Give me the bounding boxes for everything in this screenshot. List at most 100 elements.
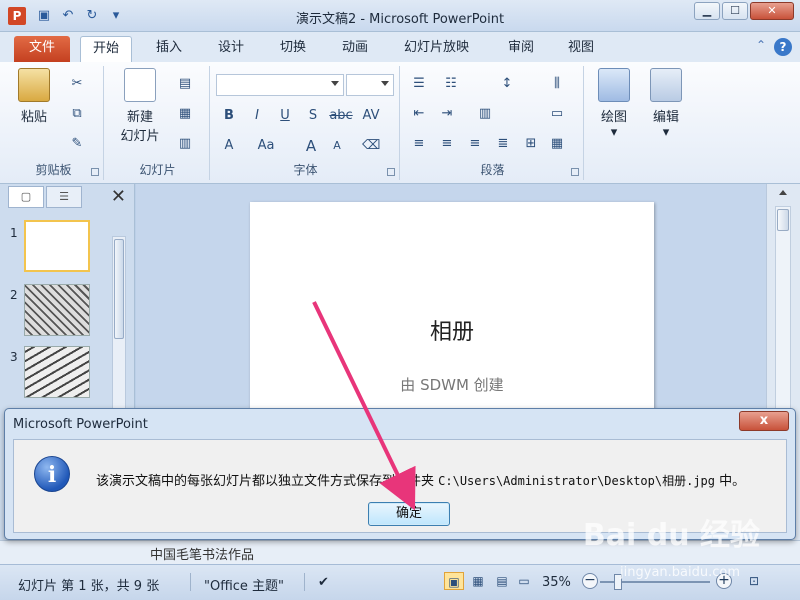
- maximize-button[interactable]: ☐: [722, 2, 748, 20]
- grow-font-icon[interactable]: A: [302, 138, 320, 154]
- shrink-font-icon[interactable]: A: [328, 138, 346, 154]
- copy-icon[interactable]: ⧉: [68, 106, 86, 122]
- font-color-icon[interactable]: A: [220, 138, 238, 154]
- zoom-level[interactable]: 35%: [542, 575, 571, 590]
- slide-number: 2: [10, 288, 18, 302]
- minimize-button[interactable]: ▁: [694, 2, 720, 20]
- char-spacing-icon[interactable]: AV: [358, 108, 384, 124]
- paste-button[interactable]: 粘贴: [12, 68, 56, 125]
- change-case-icon[interactable]: Aa: [254, 138, 278, 154]
- group-slides: 新建 幻灯片 ▤ ▦ ▥ 幻灯片: [106, 66, 210, 180]
- editing-button[interactable]: 编辑 ▾: [644, 68, 688, 140]
- layout-icon[interactable]: ▤: [176, 76, 194, 92]
- bold-icon[interactable]: B: [220, 108, 238, 124]
- align-text-icon[interactable]: ▭: [548, 106, 566, 122]
- columns-icon[interactable]: ▥: [476, 106, 494, 122]
- new-slide-button[interactable]: 新建 幻灯片: [112, 68, 168, 144]
- slide-thumbnail-2[interactable]: [24, 284, 90, 336]
- slide-thumbnail-1[interactable]: [24, 220, 90, 272]
- drawing-button[interactable]: 绘图 ▾: [594, 68, 634, 140]
- dialog-message: 该演示文稿中的每张幻灯片都以独立文件方式保存到文件夹 C:\Users\Admi…: [96, 474, 746, 489]
- shapes-icon: [598, 68, 630, 102]
- slide-number: 1: [10, 226, 18, 240]
- numbering-icon[interactable]: ☷: [442, 76, 460, 92]
- minimize-ribbon-icon[interactable]: ⌃: [756, 38, 766, 56]
- align-right-icon[interactable]: ≡: [466, 136, 484, 152]
- line-spacing-icon[interactable]: ↕: [498, 76, 516, 92]
- slide-count-status: 幻灯片 第 1 张，共 9 张: [18, 579, 160, 594]
- slide-subtitle[interactable]: 由 SDWM 创建: [250, 374, 654, 395]
- group-label-paragraph: 段落: [480, 163, 505, 177]
- smartart-icon[interactable]: ▦: [548, 136, 566, 152]
- divider: [304, 573, 305, 591]
- window-title: 演示文稿2 - Microsoft PowerPoint: [295, 12, 505, 27]
- font-size-select[interactable]: [346, 74, 394, 96]
- paste-icon: [18, 68, 50, 102]
- tab-view[interactable]: 视图: [556, 36, 606, 62]
- clipboard-launcher-icon[interactable]: [91, 168, 99, 176]
- distribute-icon[interactable]: ⊞: [522, 136, 540, 152]
- font-launcher-icon[interactable]: [387, 168, 395, 176]
- justify-icon[interactable]: ≣: [494, 136, 512, 152]
- help-icon[interactable]: ?: [774, 38, 792, 56]
- title-bar: P ▣ ↶ ↻ ▾ 演示文稿2 - Microsoft PowerPoint ▁…: [0, 0, 800, 32]
- chevron-down-icon: [331, 81, 339, 86]
- zoom-out-icon[interactable]: −: [582, 573, 598, 589]
- ok-button[interactable]: 确定: [368, 502, 450, 526]
- paragraph-launcher-icon[interactable]: [571, 168, 579, 176]
- clear-formatting-icon[interactable]: ⌫: [362, 138, 380, 154]
- text-direction-icon[interactable]: ⫼: [548, 76, 566, 92]
- tab-transitions[interactable]: 切换: [268, 36, 318, 62]
- strikethrough-icon[interactable]: abc: [328, 108, 354, 124]
- scroll-up-icon[interactable]: [779, 190, 787, 195]
- slide-thumbnail-3[interactable]: [24, 346, 90, 398]
- slides-tab-icon[interactable]: ▢: [8, 186, 44, 208]
- tab-insert[interactable]: 插入: [144, 36, 194, 62]
- scroll-thumb[interactable]: [777, 209, 789, 231]
- close-button[interactable]: ✕: [750, 2, 794, 20]
- theme-status[interactable]: "Office 主题": [204, 575, 284, 594]
- spellcheck-icon[interactable]: ✔: [318, 575, 329, 590]
- ribbon-tabs: 文件 开始 插入 设计 切换 动画 幻灯片放映 审阅 视图 ⌃ ?: [0, 32, 800, 62]
- dialog-close-button[interactable]: x: [739, 411, 789, 431]
- reset-icon[interactable]: ▦: [176, 106, 194, 122]
- decrease-indent-icon[interactable]: ⇤: [410, 106, 428, 122]
- slide-sorter-icon[interactable]: ▦: [468, 572, 488, 590]
- watermark-url: jingyan.baidu.com: [620, 565, 740, 580]
- pane-scroll-thumb[interactable]: [114, 239, 124, 339]
- tab-review[interactable]: 审阅: [496, 36, 546, 62]
- tab-animations[interactable]: 动画: [330, 36, 380, 62]
- tab-file[interactable]: 文件: [14, 36, 70, 62]
- tab-home[interactable]: 开始: [80, 36, 133, 62]
- format-painter-icon[interactable]: ✎: [68, 136, 86, 152]
- pane-close-icon[interactable]: ✕: [111, 186, 126, 207]
- tab-design[interactable]: 设计: [206, 36, 256, 62]
- underline-icon[interactable]: U: [276, 108, 294, 124]
- slide-title[interactable]: 相册: [250, 314, 654, 346]
- group-label-clipboard: 剪贴板: [35, 163, 72, 177]
- divider: [190, 573, 191, 591]
- bullets-icon[interactable]: ☰: [410, 76, 428, 92]
- tab-slideshow[interactable]: 幻灯片放映: [392, 36, 481, 62]
- increase-indent-icon[interactable]: ⇥: [438, 106, 456, 122]
- normal-view-icon[interactable]: ▣: [444, 572, 464, 590]
- group-label-font: 字体: [293, 163, 318, 177]
- group-drawing: 绘图 ▾: [588, 66, 638, 180]
- font-name-select[interactable]: [216, 74, 344, 96]
- shadow-icon[interactable]: S: [304, 108, 322, 124]
- fit-to-window-icon[interactable]: ⊡: [744, 572, 764, 590]
- group-clipboard: 粘贴 ✂ ⧉ ✎ 剪贴板: [4, 66, 104, 180]
- slideshow-view-icon[interactable]: ▭: [514, 572, 534, 590]
- new-slide-icon: [124, 68, 156, 102]
- italic-icon[interactable]: I: [248, 108, 266, 124]
- dialog-title: Microsoft PowerPoint: [13, 417, 148, 432]
- align-left-icon[interactable]: ≡: [410, 136, 428, 152]
- group-paragraph: ☰ ☷ ↕ ⫼ ⇤ ⇥ ▥ ▭ ≡ ≡ ≡ ≣ ⊞ ▦ 段落: [402, 66, 584, 180]
- cut-icon[interactable]: ✂: [68, 76, 86, 92]
- ribbon: 粘贴 ✂ ⧉ ✎ 剪贴板 新建 幻灯片 ▤ ▦ ▥ 幻灯片 B I U S ab…: [0, 62, 800, 184]
- chevron-down-icon: ▾: [662, 125, 670, 140]
- align-center-icon[interactable]: ≡: [438, 136, 456, 152]
- section-icon[interactable]: ▥: [176, 136, 194, 152]
- reading-view-icon[interactable]: ▤: [492, 572, 512, 590]
- outline-tab-icon[interactable]: ☰: [46, 186, 82, 208]
